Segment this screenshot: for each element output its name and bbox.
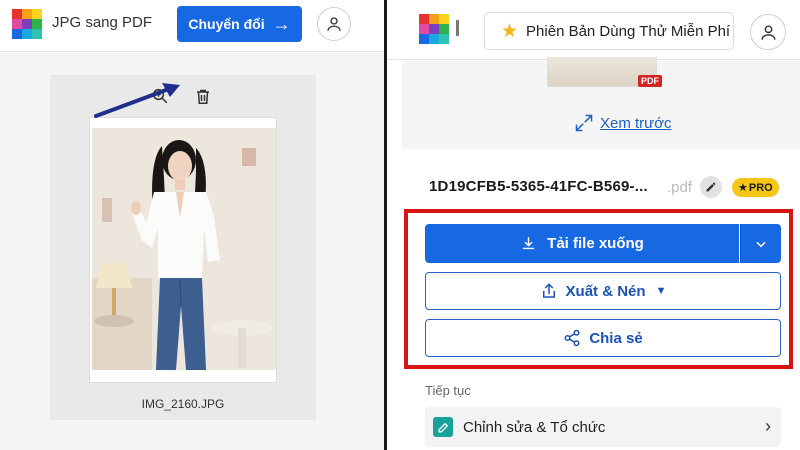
export-compress-button[interactable]: Xuất & Nén ▼ bbox=[425, 272, 781, 310]
share-upload-icon bbox=[542, 283, 555, 298]
download-button[interactable]: Tải file xuống bbox=[425, 224, 739, 263]
download-options-button[interactable] bbox=[740, 224, 781, 263]
star-icon: ★ bbox=[738, 182, 748, 194]
account-button[interactable] bbox=[317, 7, 351, 41]
left-panel: JPG sang PDF Chuyển đổi → IMG_2160.JPG bbox=[0, 0, 384, 450]
share-label: Chia sẻ bbox=[589, 329, 643, 347]
free-trial-button[interactable]: ★ Phiên Bản Dùng Thử Miễn Phí bbox=[484, 12, 734, 50]
edit-organize-label: Chỉnh sửa & Tổ chức bbox=[463, 418, 606, 436]
callout-arrow bbox=[94, 83, 180, 118]
expand-icon bbox=[575, 114, 593, 132]
download-label: Tải file xuống bbox=[547, 235, 644, 252]
free-trial-label: Phiên Bản Dùng Thử Miễn Phí bbox=[526, 22, 731, 40]
share-icon bbox=[564, 329, 580, 347]
share-button[interactable]: Chia sẻ bbox=[425, 319, 781, 357]
download-icon bbox=[522, 237, 535, 250]
continue-label: Tiếp tục bbox=[425, 383, 471, 398]
file-card[interactable]: IMG_2160.JPG bbox=[50, 75, 316, 420]
export-compress-label: Xuất & Nén bbox=[565, 282, 646, 300]
chevron-right-icon: › bbox=[765, 416, 771, 436]
convert-button[interactable]: Chuyển đổi → bbox=[177, 6, 302, 42]
logo-divider bbox=[456, 20, 459, 36]
user-icon bbox=[760, 24, 776, 40]
right-panel: ★ Phiên Bản Dùng Thử Miễn Phí PDF Xem tr… bbox=[387, 0, 800, 450]
pro-badge-label: PRO bbox=[748, 181, 773, 194]
account-button[interactable] bbox=[750, 14, 786, 50]
edit-document-icon bbox=[433, 417, 453, 437]
document-title: 1D19CFB5-5365-41FC-B569-... bbox=[429, 178, 648, 195]
arrow-right-icon: → bbox=[272, 13, 291, 34]
pencil-icon bbox=[706, 182, 716, 192]
photo-image bbox=[92, 128, 276, 370]
preview-link-label: Xem trước bbox=[600, 114, 672, 132]
edit-organize-item[interactable]: Chỉnh sửa & Tổ chức › bbox=[425, 407, 781, 447]
document-extension: .pdf bbox=[667, 179, 693, 196]
image-thumbnail bbox=[89, 117, 277, 383]
result-preview-area: PDF Xem trước bbox=[402, 57, 800, 149]
pdf-tag: PDF bbox=[638, 75, 662, 87]
rename-button[interactable] bbox=[700, 176, 722, 198]
convert-button-label: Chuyển đổi bbox=[188, 16, 265, 32]
file-name: IMG_2160.JPG bbox=[141, 397, 225, 411]
pro-badge[interactable]: ★ PRO bbox=[732, 178, 779, 197]
star-icon: ★ bbox=[501, 20, 519, 42]
left-header: JPG sang PDF Chuyển đổi → bbox=[0, 0, 384, 52]
right-header: ★ Phiên Bản Dùng Thử Miễn Phí bbox=[387, 0, 800, 60]
trash-icon[interactable] bbox=[192, 85, 214, 107]
user-icon bbox=[327, 17, 341, 31]
workspace: IMG_2160.JPG bbox=[0, 53, 384, 450]
chevron-down-icon bbox=[756, 241, 766, 247]
app-title: JPG sang PDF bbox=[52, 14, 153, 31]
app-logo[interactable] bbox=[419, 14, 449, 44]
caret-down-icon: ▼ bbox=[655, 285, 667, 297]
app-logo[interactable] bbox=[12, 9, 42, 39]
preview-link[interactable]: Xem trước bbox=[574, 113, 672, 133]
